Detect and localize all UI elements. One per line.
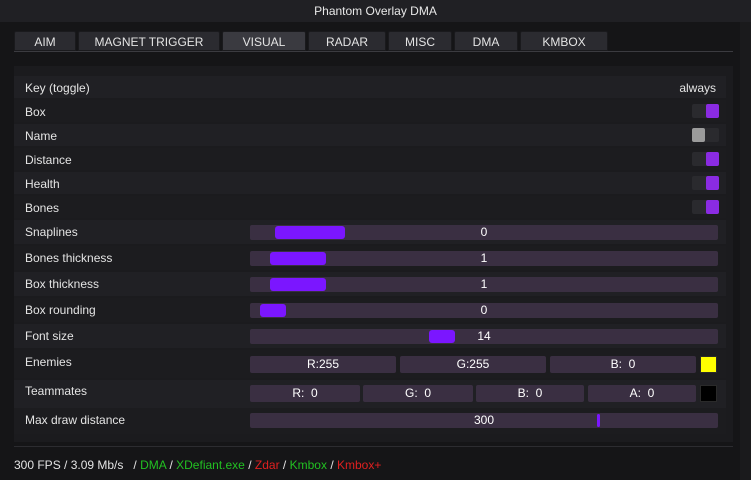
- status-kmbox-plus: Kmbox+: [337, 458, 382, 472]
- tab-underline: [14, 51, 733, 52]
- teammates-red-field[interactable]: R: 0: [250, 385, 360, 402]
- toggle-knob: [706, 152, 719, 166]
- window-title: Phantom Overlay DMA: [0, 0, 751, 22]
- enemies-blue-field[interactable]: B: 0: [550, 356, 696, 373]
- font-size-label: Font size: [25, 329, 74, 343]
- status-kmbox: Kmbox: [289, 458, 327, 472]
- box-thickness-slider[interactable]: 1: [250, 277, 718, 292]
- status-dma: DMA: [140, 458, 167, 472]
- tab-radar[interactable]: RADAR: [308, 31, 386, 51]
- box-thickness-label: Box thickness: [25, 277, 100, 291]
- enemies-red-field[interactable]: R:255: [250, 356, 396, 373]
- status-separator: /: [248, 458, 252, 472]
- fps-readout: 300 FPS / 3.09 Mb/s: [14, 458, 124, 472]
- enemies-color-swatch[interactable]: [700, 356, 717, 373]
- name-label: Name: [25, 129, 58, 143]
- bones-thickness-slider[interactable]: 1: [250, 251, 718, 266]
- box-label: Box: [25, 105, 46, 119]
- toggle-knob: [706, 104, 719, 118]
- bones-toggle[interactable]: [692, 200, 719, 214]
- toggle-knob: [692, 128, 705, 142]
- max-draw-distance-value: 300: [473, 413, 495, 427]
- enemies-label: Enemies: [25, 355, 72, 369]
- snaplines-slider[interactable]: 0: [250, 225, 718, 240]
- tab-magnet-trigger[interactable]: MAGNET TRIGGER: [78, 31, 220, 51]
- tab-dma[interactable]: DMA: [454, 31, 518, 51]
- key-toggle-value[interactable]: always: [679, 81, 716, 95]
- teammates-color-swatch[interactable]: [700, 385, 717, 402]
- health-label: Health: [25, 177, 60, 191]
- window-scrollbar[interactable]: [740, 22, 751, 480]
- distance-toggle[interactable]: [692, 152, 719, 166]
- enemies-green-field[interactable]: G:255: [400, 356, 546, 373]
- health-toggle[interactable]: [692, 176, 719, 190]
- status-separator: /: [133, 458, 137, 472]
- toggle-knob: [706, 176, 719, 190]
- distance-label: Distance: [25, 153, 72, 167]
- box-rounding-slider[interactable]: 0: [250, 303, 718, 318]
- box-thickness-value: 1: [480, 277, 488, 291]
- tab-kmbox[interactable]: KMBOX: [520, 31, 608, 51]
- status-separator: /: [330, 458, 334, 472]
- toggle-knob: [706, 200, 719, 214]
- name-toggle[interactable]: [692, 128, 719, 142]
- key-toggle-label: Key (toggle): [25, 81, 90, 95]
- tab-visual[interactable]: VISUAL: [222, 31, 306, 51]
- box-toggle[interactable]: [692, 104, 719, 118]
- distance-row: Distance: [14, 148, 726, 170]
- box-rounding-value: 0: [480, 303, 488, 317]
- tab-aim[interactable]: AIM: [14, 31, 76, 51]
- box-row: Box: [14, 100, 726, 122]
- font-size-value: 14: [477, 329, 491, 343]
- teammates-blue-field[interactable]: B: 0: [476, 385, 584, 402]
- status-bar: 300 FPS / 3.09 Mb/s / DMA / XDefiant.exe…: [14, 458, 381, 472]
- teammates-label: Teammates: [25, 384, 88, 398]
- max-draw-distance-slider[interactable]: 300: [250, 413, 718, 428]
- box-rounding-label: Box rounding: [25, 303, 96, 317]
- teammates-alpha-field[interactable]: A: 0: [588, 385, 696, 402]
- tab-misc[interactable]: MISC: [388, 31, 452, 51]
- snaplines-label: Snaplines: [25, 225, 78, 239]
- bones-thickness-value: 1: [480, 251, 488, 265]
- status-separator: /: [282, 458, 287, 472]
- teammates-green-field[interactable]: G: 0: [363, 385, 473, 402]
- bones-thickness-label: Bones thickness: [25, 251, 113, 265]
- status-separator: /: [169, 458, 173, 472]
- name-row: Name: [14, 124, 726, 146]
- health-row: Health: [14, 172, 726, 194]
- status-zdar: Zdar: [254, 458, 280, 472]
- bones-row: Bones: [14, 196, 726, 218]
- font-size-slider[interactable]: 14: [250, 329, 718, 344]
- status-process: XDefiant.exe: [176, 458, 245, 472]
- max-draw-distance-label: Max draw distance: [25, 413, 126, 427]
- snaplines-value: 0: [480, 225, 488, 239]
- key-toggle-row[interactable]: Key (toggle) always: [14, 76, 726, 98]
- footer-divider: [14, 446, 733, 447]
- bones-label: Bones: [25, 201, 60, 215]
